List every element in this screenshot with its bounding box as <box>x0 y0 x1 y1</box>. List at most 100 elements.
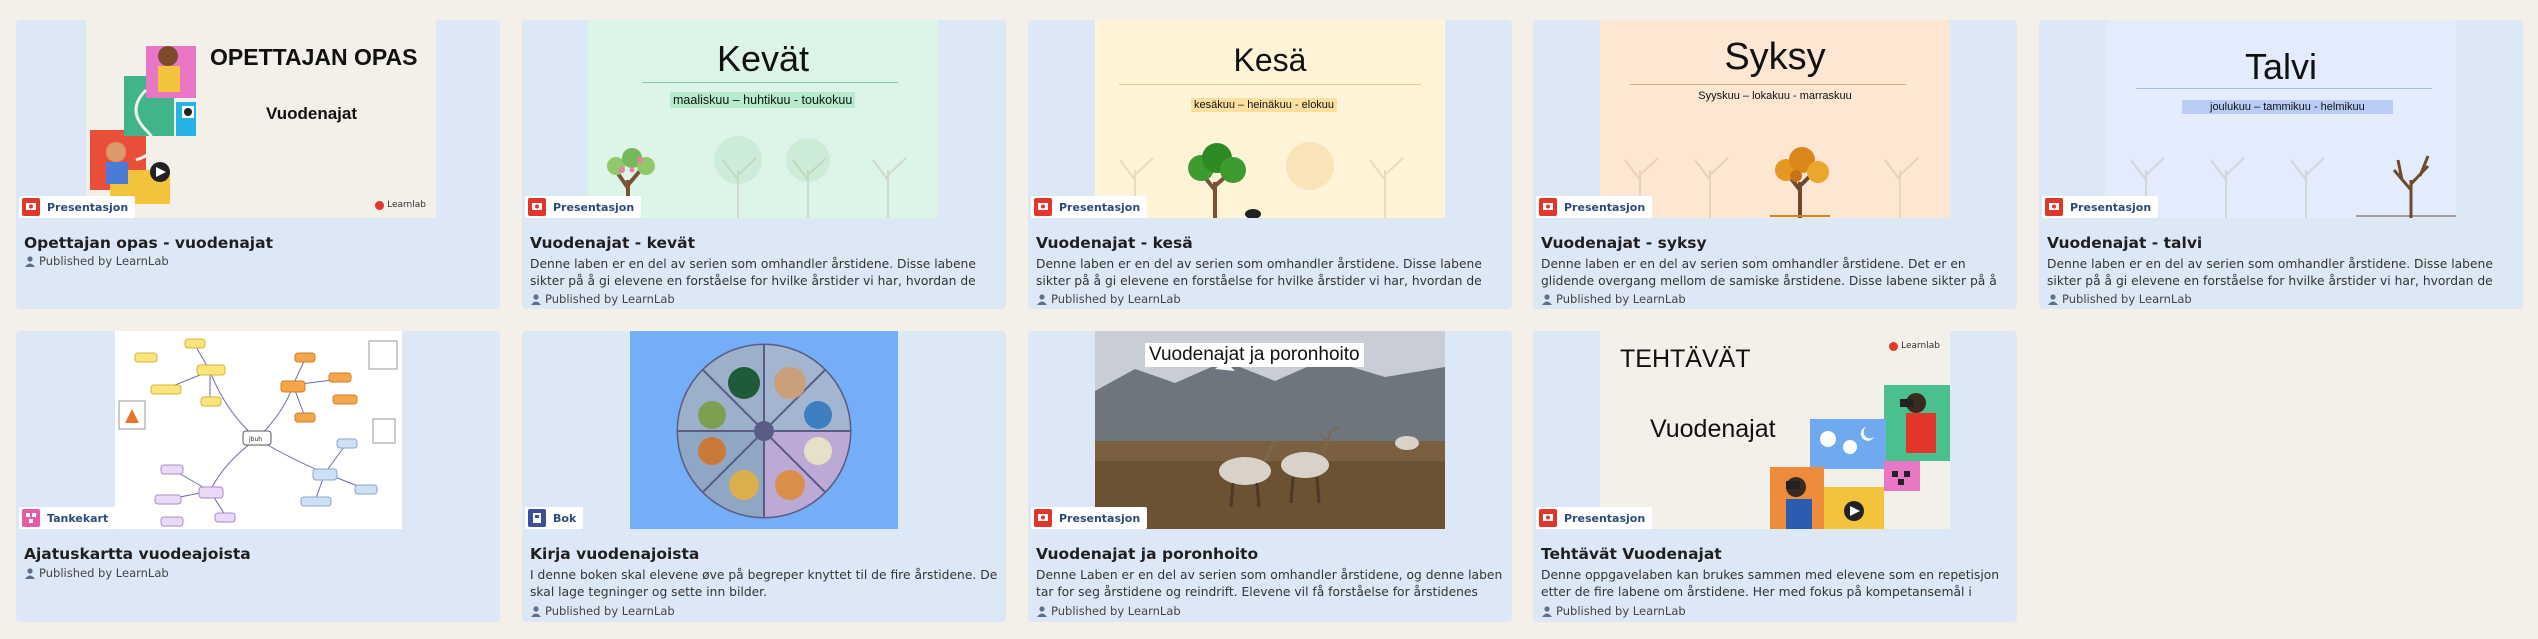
card-thumbnail: Vuodenajat ja poronhoito Presentasjon <box>1028 331 1512 529</box>
thumbnail-image: jbuh <box>115 331 402 529</box>
thumbnail-image: Kesä kesäkuu – heinäkuu - elokuu <box>1095 20 1445 218</box>
type-badge-label: Presentasjon <box>1564 511 1646 525</box>
thumbnail-heading: Vuodenajat ja poronhoito <box>1145 343 1364 367</box>
card-title: Vuodenajat - syksy <box>1541 234 1707 252</box>
card-description: Denne laben er en del av serien som omha… <box>2047 257 2493 288</box>
card-title: Vuodenajat - talvi <box>2047 234 2203 252</box>
mindmap-illustration-icon: jbuh <box>118 338 398 527</box>
user-icon <box>25 256 35 267</box>
type-badge-label: Presentasjon <box>553 200 635 214</box>
thumbnail-image: Talvi joulukuu – tammikuu - helmikuu <box>2106 20 2456 218</box>
type-badge: Presentasjon <box>19 196 136 218</box>
type-badge-label: Presentasjon <box>2070 200 2152 214</box>
publisher: Published by LearnLab <box>24 566 169 580</box>
card-description: Denne laben er en del av serien som omha… <box>1036 257 1482 288</box>
type-badge: Presentasjon <box>1031 507 1148 529</box>
presentation-icon <box>1034 198 1052 216</box>
type-badge: Presentasjon <box>2042 196 2159 218</box>
thumbnail-heading: OPETTAJAN OPAS <box>210 44 418 70</box>
card-vuodenajat-kesa[interactable]: Kesä kesäkuu – heinäkuu - elokuu Present… <box>1028 20 1512 309</box>
presentation-icon <box>1034 509 1052 527</box>
thumbnail-subheading: Vuodenajat <box>266 104 357 123</box>
card-opettajan-opas[interactable]: OPETTAJAN OPAS Vuodenajat Learnlab Prese… <box>16 20 500 309</box>
publisher: Published by LearnLab <box>24 254 169 268</box>
card-thumbnail: OPETTAJAN OPAS Vuodenajat Learnlab Prese… <box>16 20 500 218</box>
card-title: Vuodenajat ja poronhoito <box>1036 545 1259 563</box>
illustration-binoculars-icon <box>1770 385 1950 529</box>
user-icon <box>1542 606 1552 617</box>
learnlab-logo-icon <box>375 200 385 210</box>
mindmap-icon <box>22 509 40 527</box>
user-icon <box>1037 606 1047 617</box>
card-title: Tehtävät Vuodenajat <box>1541 545 1722 563</box>
card-ajatuskartta[interactable]: jbuh Tankekart Ajatuskartta vuodeajoista… <box>16 331 500 622</box>
thumbnail-image: OPETTAJAN OPAS Vuodenajat Learnlab <box>86 20 436 218</box>
type-badge: Bok <box>525 507 584 529</box>
user-icon <box>1542 294 1552 305</box>
card-thumbnail: TEHTÄVÄT Vuodenajat Learnlab Presentasjo… <box>1533 331 2017 529</box>
card-kirja-vuodenajoista[interactable]: Bok Kirja vuodenajoista I denne boken sk… <box>522 331 1006 622</box>
type-badge-label: Tankekart <box>47 511 109 525</box>
type-badge: Tankekart <box>19 507 116 529</box>
user-icon <box>1037 294 1047 305</box>
type-badge-label: Presentasjon <box>47 200 129 214</box>
type-badge-label: Bok <box>553 511 577 525</box>
thumbnail-image: Vuodenajat ja poronhoito <box>1095 331 1445 529</box>
publisher: Published by LearnLab <box>1541 604 1686 618</box>
user-icon <box>531 294 541 305</box>
card-thumbnail: Syksy Syyskuu – lokakuu - marraskuu Pres… <box>1533 20 2017 218</box>
card-thumbnail: Kevät maaliskuu – huhtikuu - toukokuu Pr… <box>522 20 1006 218</box>
card-vuodenajat-syksy[interactable]: Syksy Syyskuu – lokakuu - marraskuu Pres… <box>1533 20 2017 309</box>
trees-illustration-icon <box>1624 147 1919 218</box>
card-title: Vuodenajat - kesä <box>1036 234 1193 252</box>
card-description: Denne Laben er en del av serien som omha… <box>1036 568 1503 599</box>
card-tehtavat-vuodenajat[interactable]: TEHTÄVÄT Vuodenajat Learnlab Presentasjo… <box>1533 331 2017 622</box>
publisher: Published by LearnLab <box>1036 292 1181 306</box>
thumbnail-image: Kevät maaliskuu – huhtikuu - toukokuu <box>588 20 938 218</box>
thumbnail-image: TEHTÄVÄT Vuodenajat Learnlab <box>1600 331 1950 529</box>
presentation-icon <box>2045 198 2063 216</box>
card-title: Vuodenajat - kevät <box>530 234 696 252</box>
user-icon <box>2048 294 2058 305</box>
card-title: Kirja vuodenajoista <box>530 545 700 563</box>
type-badge-label: Presentasjon <box>1059 200 1141 214</box>
thumbnail-image: Syksy Syyskuu – lokakuu - marraskuu <box>1600 20 1950 218</box>
trees-illustration-icon <box>2130 155 2456 218</box>
card-thumbnail: Talvi joulukuu – tammikuu - helmikuu Pre… <box>2039 20 2523 218</box>
trees-illustration-icon <box>1119 142 1404 218</box>
presentation-icon <box>22 198 40 216</box>
presentation-icon <box>528 198 546 216</box>
season-wheel-illustration-icon <box>676 343 852 519</box>
card-vuodenajat-kevat[interactable]: Kevät maaliskuu – huhtikuu - toukokuu Pr… <box>522 20 1006 309</box>
publisher: Published by LearnLab <box>1541 292 1686 306</box>
card-vuodenajat-talvi[interactable]: Talvi joulukuu – tammikuu - helmikuu Pre… <box>2039 20 2523 309</box>
publisher: Published by LearnLab <box>2047 292 2192 306</box>
card-description: I denne boken skal elevene øve på begrep… <box>530 568 998 599</box>
card-thumbnail: Kesä kesäkuu – heinäkuu - elokuu Present… <box>1028 20 1512 218</box>
card-vuodenajat-ja-poronhoito[interactable]: Vuodenajat ja poronhoito Presentasjon Vu… <box>1028 331 1512 622</box>
type-badge-label: Presentasjon <box>1564 200 1646 214</box>
type-badge: Presentasjon <box>525 196 642 218</box>
type-badge: Presentasjon <box>1536 196 1653 218</box>
book-icon <box>528 509 546 527</box>
publisher: Published by LearnLab <box>530 604 675 618</box>
card-description: Denne laben er en del av serien som omha… <box>530 257 976 288</box>
publisher: Published by LearnLab <box>530 292 675 306</box>
card-description: Denne laben er en del av serien som omha… <box>1541 257 1997 288</box>
publisher: Published by LearnLab <box>1036 604 1181 618</box>
type-badge: Presentasjon <box>1031 196 1148 218</box>
type-badge: Presentasjon <box>1536 507 1653 529</box>
user-icon <box>531 606 541 617</box>
presentation-icon <box>1539 198 1557 216</box>
type-badge-label: Presentasjon <box>1059 511 1141 525</box>
trees-illustration-icon <box>607 136 907 218</box>
thumbnail-image <box>630 331 898 529</box>
card-title: Ajatuskartta vuodeajoista <box>24 545 251 563</box>
presentation-icon <box>1539 509 1557 527</box>
card-thumbnail: jbuh Tankekart <box>16 331 500 529</box>
user-icon <box>25 568 35 579</box>
learnlab-logo: Learnlab <box>375 200 426 210</box>
card-title: Opettajan opas - vuodenajat <box>24 234 273 252</box>
card-thumbnail: Bok <box>522 331 1006 529</box>
card-description: Denne oppgavelaben kan brukes sammen med… <box>1541 568 2000 599</box>
